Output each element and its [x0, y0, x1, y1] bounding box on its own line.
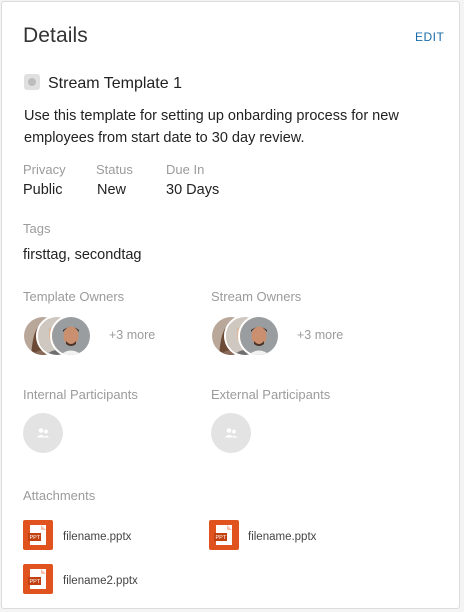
- attachment-link[interactable]: filename.pptx: [248, 531, 316, 543]
- svg-text:PPT: PPT: [30, 535, 41, 541]
- attachments-label: Attachments: [23, 488, 96, 503]
- group-icon: [224, 428, 238, 438]
- stream-owners-avatars[interactable]: [210, 315, 292, 357]
- stream-owners-label: Stream Owners: [211, 289, 302, 304]
- due-label: Due In: [166, 162, 205, 177]
- pptx-file-icon[interactable]: PPT: [209, 520, 239, 550]
- privacy-value: Public: [23, 182, 63, 198]
- template-owners-avatars[interactable]: [22, 315, 104, 357]
- avatar[interactable]: [50, 315, 92, 357]
- template-owners-more[interactable]: +3 more: [109, 328, 155, 342]
- stream-owners-more[interactable]: +3 more: [297, 328, 343, 342]
- internal-participants-label: Internal Participants: [23, 387, 138, 402]
- template-owners-label: Template Owners: [23, 289, 125, 304]
- external-participants-label: External Participants: [211, 387, 331, 402]
- attachment-link[interactable]: filename2.pptx: [63, 575, 138, 587]
- avatar[interactable]: [238, 315, 280, 357]
- edit-button[interactable]: EDIT: [415, 30, 444, 44]
- add-external-participant-button[interactable]: [211, 413, 251, 453]
- details-card: Details EDIT Stream Template 1 Use this …: [1, 1, 460, 609]
- template-description: Use this template for setting up onbardi…: [24, 108, 399, 146]
- privacy-label: Privacy: [23, 162, 66, 177]
- svg-text:PPT: PPT: [216, 535, 227, 541]
- add-internal-participant-button[interactable]: [23, 413, 63, 453]
- svg-text:PPT: PPT: [30, 579, 41, 585]
- template-icon: [24, 74, 40, 90]
- attachment-link[interactable]: filename.pptx: [63, 531, 131, 543]
- pptx-file-icon[interactable]: PPT: [23, 564, 53, 594]
- page-title: Details: [23, 24, 88, 47]
- template-name: Stream Template 1: [48, 75, 182, 92]
- group-icon: [36, 428, 50, 438]
- due-value: 30 Days: [166, 182, 220, 198]
- pptx-file-icon[interactable]: PPT: [23, 520, 53, 550]
- tags-value: firsttag, secondtag: [23, 247, 142, 263]
- tags-label: Tags: [23, 221, 51, 236]
- status-label: Status: [96, 162, 133, 177]
- status-value: New: [97, 182, 127, 198]
